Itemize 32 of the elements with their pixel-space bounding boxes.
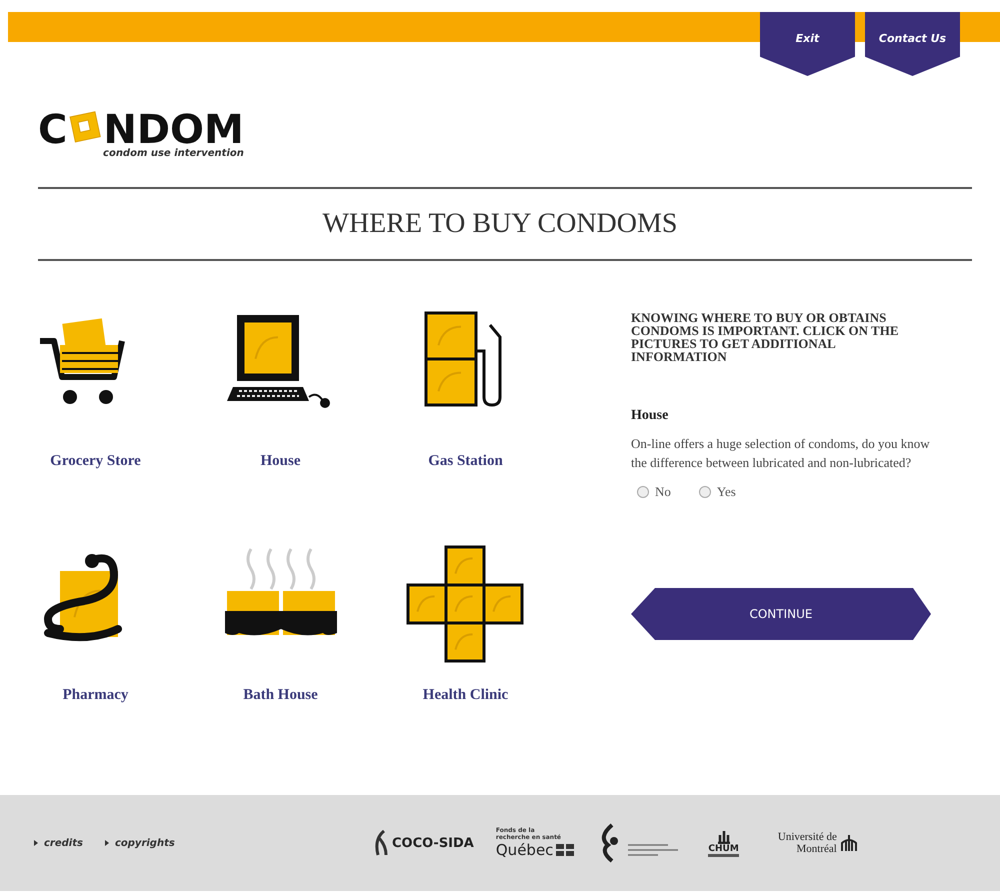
partner-name: Université de Montréal (776, 831, 837, 855)
footer-link[interactable]: credits (44, 838, 83, 848)
flag-icon (556, 844, 574, 856)
partner-name: COCO-SIDA (392, 836, 474, 850)
option-label: Yes (716, 484, 736, 500)
bullet-icon (34, 840, 38, 846)
logo-text: C (38, 110, 68, 150)
place-link[interactable]: House (260, 453, 300, 470)
radio-button[interactable] (698, 486, 711, 498)
continue-button[interactable]: CONTINUE (631, 588, 931, 640)
page-title: WHERE TO BUY CONDOMS (322, 207, 678, 241)
option-label: No (655, 484, 671, 500)
radio-button[interactable] (637, 486, 649, 498)
place-link[interactable]: Bath House (243, 687, 318, 704)
university-icon (840, 834, 857, 852)
bullet-icon (104, 840, 109, 846)
instructions-text: KNOWING WHERE TO BUY OR OBTAINS CONDOMS IS IMPORTANT. CLICK ON THE PICTURES TO GET ADDITIONAL INFORMATION (631, 311, 900, 363)
question-text: On-line offers a huge selection of condoms, do you know the difference between lubricated and non-lubricated? (631, 435, 931, 472)
partner-name: CHUM (708, 844, 739, 856)
question-heading: House (631, 408, 670, 424)
place-link[interactable]: Gas Station (428, 453, 503, 470)
cross-icon[interactable] (406, 545, 526, 665)
nav-tab[interactable]: Contact Us (865, 12, 960, 76)
place-link[interactable]: Grocery Store (50, 453, 141, 470)
nav-tab[interactable]: Exit (760, 12, 855, 76)
logo-tagline: condom use intervention (103, 148, 244, 159)
building-icon (716, 830, 731, 844)
place-link[interactable]: Pharmacy (62, 687, 128, 704)
ribbon-icon (374, 829, 388, 857)
partner-name: Québec (496, 841, 554, 859)
footer-link[interactable]: copyrights (114, 838, 175, 848)
place-link[interactable]: Health Clinic (422, 687, 508, 704)
